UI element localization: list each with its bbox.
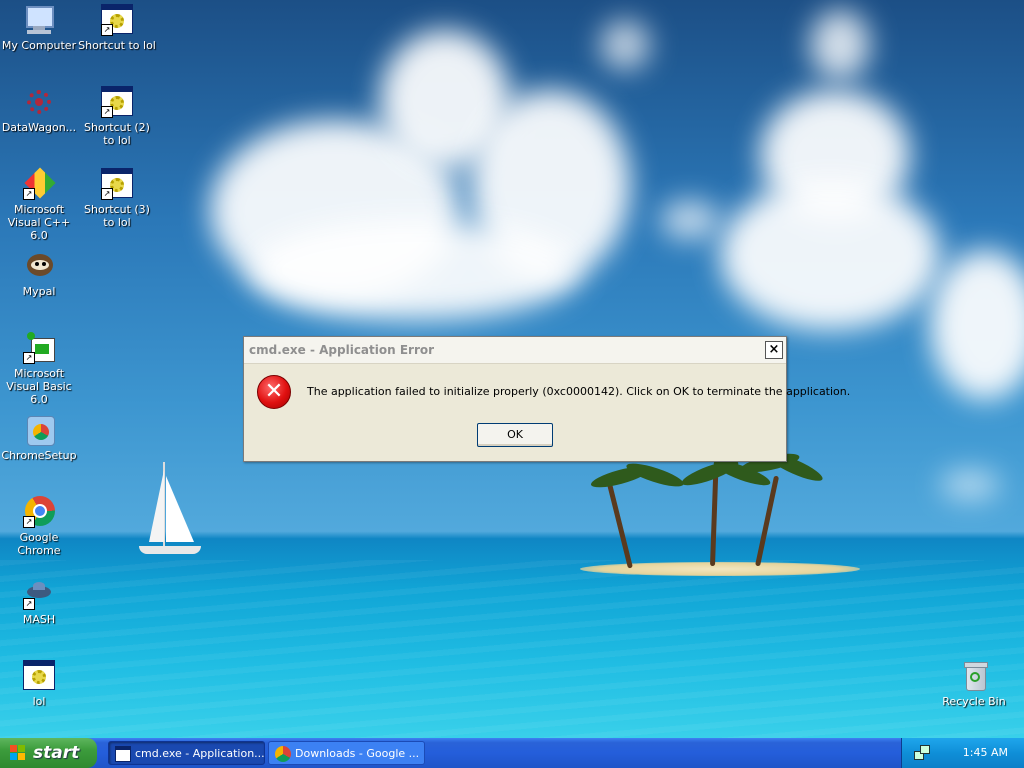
visual-cpp-icon: ↗	[23, 167, 56, 200]
shortcut-arrow-icon: ↗	[101, 188, 113, 200]
desktop-icon-label: Shortcut (2) to lol	[84, 121, 150, 147]
desktop-icon-label: lol	[32, 695, 46, 708]
shortcut-arrow-icon: ↗	[23, 516, 35, 528]
shortcut-arrow-icon: ↗	[101, 106, 113, 118]
start-button[interactable]: start	[0, 738, 97, 768]
taskbar-button-label: cmd.exe - Application...	[135, 747, 265, 760]
desktop-icon-mypal[interactable]: Mypal	[0, 250, 78, 298]
error-icon: ✕	[257, 375, 291, 409]
datawagon-icon	[23, 86, 55, 118]
desktop-icon-label: DataWagon...	[1, 121, 77, 134]
desktop-icon-label: Mypal	[22, 285, 56, 298]
desktop-icon-chrome-setup[interactable]: ChromeSetup	[0, 414, 78, 462]
error-message: The application failed to initialize pro…	[307, 385, 851, 398]
chrome-icon	[275, 746, 291, 762]
application-icon	[23, 660, 55, 692]
shortcut-arrow-icon: ↗	[23, 352, 35, 364]
taskbar: start cmd.exe - Application... Downloads…	[0, 738, 1024, 768]
visual-basic-icon: ↗	[23, 332, 55, 364]
desktop-icon-mash[interactable]: ↗ MASH	[0, 578, 78, 626]
mash-icon: ↗	[23, 578, 55, 610]
mypal-icon	[23, 250, 55, 282]
dialog-title: cmd.exe - Application Error	[249, 343, 435, 357]
desktop-icon-label: Microsoft Visual Basic 6.0	[6, 367, 72, 406]
taskbar-button-cmd[interactable]: cmd.exe - Application...	[108, 741, 265, 765]
network-icon[interactable]	[914, 745, 930, 760]
system-tray: 1:45 AM	[901, 738, 1024, 768]
desktop-icon-google-chrome[interactable]: ↗ Google Chrome	[0, 496, 78, 557]
desktop-icon-my-computer[interactable]: My Computer	[0, 4, 78, 52]
desktop-icon-label: Shortcut (3) to lol	[84, 203, 150, 229]
google-chrome-icon: ↗	[23, 496, 55, 528]
sailboat	[135, 460, 205, 560]
my-computer-icon	[23, 4, 55, 36]
application-shortcut-icon: ↗	[101, 4, 133, 36]
close-icon: ×	[768, 342, 780, 357]
desktop-icon-label: Microsoft Visual C++ 6.0	[7, 203, 71, 242]
close-button[interactable]: ×	[765, 341, 783, 359]
application-shortcut-icon: ↗	[101, 86, 133, 118]
desktop-icon-visual-basic[interactable]: ↗ Microsoft Visual Basic 6.0	[0, 332, 78, 406]
desktop-icon-shortcut-to-lol[interactable]: ↗ Shortcut to lol	[78, 4, 156, 52]
application-shortcut-icon: ↗	[101, 168, 133, 200]
taskbar-button-label: Downloads - Google ...	[295, 747, 420, 760]
recycle-bin-icon	[958, 660, 990, 692]
desktop-icon-label: My Computer	[1, 39, 77, 52]
chrome-setup-icon	[23, 414, 55, 446]
desktop-icon-visual-cpp[interactable]: ↗ Microsoft Visual C++ 6.0	[0, 167, 78, 242]
start-label: start	[33, 743, 80, 763]
island	[580, 562, 860, 576]
desktop-icon-label: MASH	[22, 613, 56, 626]
desktop-icon-label: Shortcut to lol	[78, 39, 156, 52]
desktop-icon-shortcut-3-to-lol[interactable]: ↗ Shortcut (3) to lol	[78, 168, 156, 229]
ok-button[interactable]: OK	[477, 423, 553, 447]
desktop-icon-label: Recycle Bin	[942, 695, 1006, 708]
windows-flag-icon	[10, 745, 26, 761]
application-error-dialog[interactable]: cmd.exe - Application Error × ✕ The appl…	[243, 336, 850, 462]
shortcut-arrow-icon: ↗	[23, 188, 35, 200]
desktop-icon-datawagon[interactable]: DataWagon...	[0, 86, 78, 134]
window-icon	[115, 746, 131, 762]
taskbar-button-chrome[interactable]: Downloads - Google ...	[268, 741, 425, 765]
clock[interactable]: 1:45 AM	[963, 746, 1008, 759]
ocean	[0, 560, 1024, 738]
shortcut-arrow-icon: ↗	[23, 598, 35, 610]
shortcut-arrow-icon: ↗	[101, 24, 113, 36]
desktop-icon-label: ChromeSetup	[1, 449, 77, 462]
desktop-icon-recycle-bin[interactable]: Recycle Bin	[935, 660, 1013, 708]
desktop-icon-lol[interactable]: lol	[0, 660, 78, 708]
desktop-icon-label: Google Chrome	[17, 531, 61, 557]
dialog-titlebar[interactable]: cmd.exe - Application Error ×	[244, 337, 786, 364]
desktop-icon-shortcut-2-to-lol[interactable]: ↗ Shortcut (2) to lol	[78, 86, 156, 147]
